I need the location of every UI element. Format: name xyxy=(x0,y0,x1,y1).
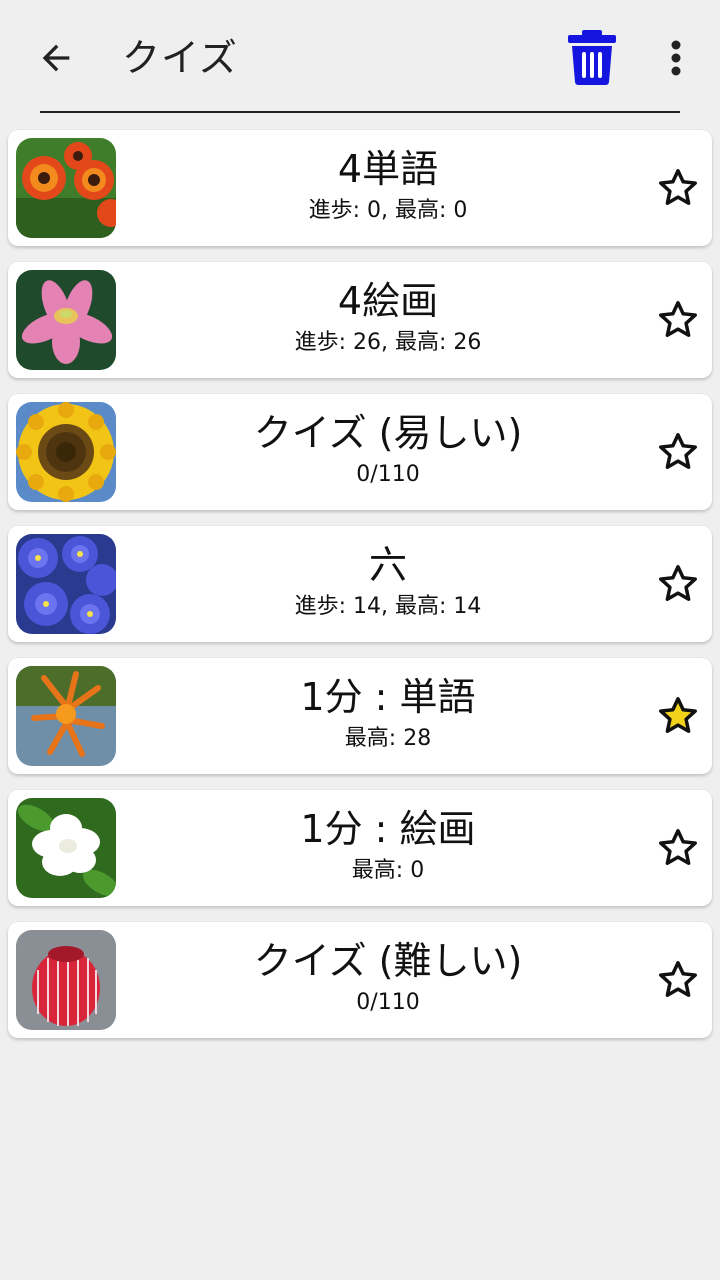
header-divider xyxy=(40,111,680,113)
arrow-back-icon xyxy=(42,44,70,72)
quiz-progress: 0/110 xyxy=(356,990,420,1015)
page-title: クイズ xyxy=(122,36,238,80)
quiz-item-1min-pictures[interactable]: 1分 : 絵画 最高: 0 xyxy=(8,790,712,906)
sunflower-image xyxy=(16,402,116,502)
quiz-progress: 進歩: 0, 最高: 0 xyxy=(308,198,468,223)
quiz-title: 六 xyxy=(368,543,407,587)
helenium-flower-image xyxy=(16,138,116,238)
pansy-flower-image xyxy=(16,534,116,634)
app-bar: クイズ xyxy=(0,0,720,113)
star-outline-icon[interactable] xyxy=(656,430,700,474)
quiz-progress: 最高: 0 xyxy=(351,858,425,883)
quiz-title: 4絵画 xyxy=(337,279,439,323)
quiz-item-text: クイズ (難しい) 0/110 xyxy=(128,922,648,1038)
quiz-item-1min-words[interactable]: 1分 : 単語 最高: 28 xyxy=(8,658,712,774)
orange-flower-image xyxy=(16,666,116,766)
quiz-item-4-words[interactable]: 4単語 進歩: 0, 最高: 0 xyxy=(8,130,712,246)
quiz-title: クイズ (易しい) xyxy=(253,411,523,455)
quiz-item-text: 4絵画 進歩: 26, 最高: 26 xyxy=(128,262,648,378)
quiz-item-4-pictures[interactable]: 4絵画 進歩: 26, 最高: 26 xyxy=(8,262,712,378)
quiz-item-text: クイズ (易しい) 0/110 xyxy=(128,394,648,510)
quiz-item-six[interactable]: 六 進歩: 14, 最高: 14 xyxy=(8,526,712,642)
quiz-title: 1分 : 単語 xyxy=(300,675,476,719)
quiz-item-text: 六 進歩: 14, 最高: 14 xyxy=(128,526,648,642)
banksia-flower-image xyxy=(16,930,116,1030)
quiz-title: 4単語 xyxy=(337,147,439,191)
star-filled-icon[interactable] xyxy=(656,694,700,738)
quiz-progress: 0/110 xyxy=(356,462,420,487)
quiz-title: クイズ (難しい) xyxy=(253,939,523,983)
star-outline-icon[interactable] xyxy=(656,562,700,606)
star-outline-icon[interactable] xyxy=(656,826,700,870)
more-options-button[interactable] xyxy=(652,30,700,86)
quiz-item-text: 4単語 進歩: 0, 最高: 0 xyxy=(128,130,648,246)
quiz-progress: 進歩: 14, 最高: 14 xyxy=(294,594,482,619)
quiz-item-text: 1分 : 単語 最高: 28 xyxy=(128,658,648,774)
trash-icon xyxy=(568,30,616,85)
quiz-progress: 最高: 28 xyxy=(344,726,432,751)
quiz-title: 1分 : 絵画 xyxy=(300,807,476,851)
quiz-list: 4単語 進歩: 0, 最高: 0 4絵画 進歩: 26, 最高: 26 クイズ … xyxy=(8,130,712,1054)
gardenia-flower-image xyxy=(16,798,116,898)
star-outline-icon[interactable] xyxy=(656,298,700,342)
star-outline-icon[interactable] xyxy=(656,166,700,210)
more-vert-icon xyxy=(671,40,681,76)
star-outline-icon[interactable] xyxy=(656,958,700,1002)
quiz-item-easy[interactable]: クイズ (易しい) 0/110 xyxy=(8,394,712,510)
quiz-progress: 進歩: 26, 最高: 26 xyxy=(294,330,482,355)
back-button[interactable] xyxy=(28,30,84,86)
delete-button[interactable] xyxy=(562,24,622,90)
quiz-item-text: 1分 : 絵画 最高: 0 xyxy=(128,790,648,906)
lotus-flower-image xyxy=(16,270,116,370)
quiz-item-hard[interactable]: クイズ (難しい) 0/110 xyxy=(8,922,712,1038)
